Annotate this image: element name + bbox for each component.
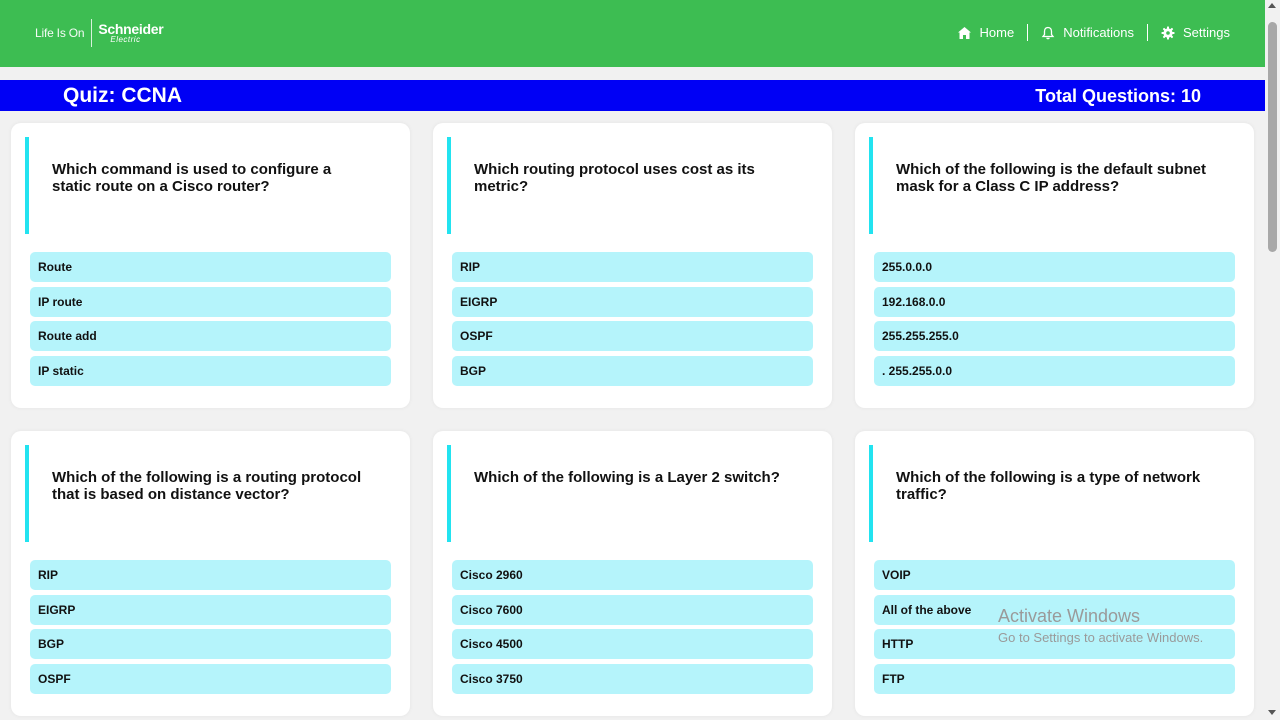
answer-options: Cisco 2960 Cisco 7600 Cisco 4500 Cisco 3…	[452, 560, 813, 698]
scrollbar-thumb[interactable]	[1268, 22, 1277, 252]
question-text: Which of the following is a routing prot…	[52, 469, 362, 503]
answer-option[interactable]: Cisco 2960	[452, 560, 813, 590]
answer-option[interactable]: FTP	[874, 663, 1235, 694]
scroll-up-arrow-icon[interactable]	[1268, 3, 1276, 8]
question-card: Which command is used to configure a sta…	[11, 123, 410, 408]
answer-option[interactable]: RIP	[452, 252, 813, 282]
quiz-title: Quiz: CCNA	[63, 84, 182, 107]
nav-divider	[1147, 24, 1149, 41]
bell-icon	[1041, 26, 1055, 39]
total-questions: Total Questions: 10	[1035, 86, 1201, 106]
nav-home-label: Home	[979, 25, 1015, 40]
home-icon	[957, 26, 971, 39]
top-header: Life Is On Schneider Electric Home Notif…	[0, 0, 1265, 67]
watermark-title: Activate Windows	[998, 606, 1141, 626]
logo-brand: Schneider Electric	[98, 22, 163, 44]
answer-option[interactable]: IP static	[30, 355, 391, 386]
logo-brand-sub: Electric	[110, 35, 141, 44]
answer-option[interactable]: VOIP	[874, 560, 1235, 590]
answer-option[interactable]: RIP	[30, 560, 391, 590]
answer-option[interactable]: . 255.255.0.0	[874, 355, 1235, 386]
question-card: Which of the following is a routing prot…	[11, 431, 410, 716]
answer-options: 255.0.0.0 192.168.0.0 255.255.255.0 . 25…	[874, 252, 1235, 390]
question-text: Which command is used to configure a sta…	[52, 161, 332, 195]
logo-tagline: Life Is On	[35, 26, 85, 40]
top-nav: Home Notifications Settings	[957, 24, 1230, 41]
answer-option[interactable]: Route add	[30, 321, 391, 351]
logo-divider	[91, 19, 93, 47]
question-card: Which of the following is a type of netw…	[855, 431, 1254, 716]
answer-option[interactable]: Cisco 7600	[452, 594, 813, 625]
question-accent-bar	[447, 445, 451, 542]
question-card: Which of the following is a Layer 2 swit…	[433, 431, 832, 716]
vertical-scrollbar[interactable]	[1265, 0, 1280, 720]
activate-windows-watermark: Activate Windows Go to Settings to activ…	[998, 605, 1203, 647]
answer-option[interactable]: 192.168.0.0	[874, 286, 1235, 317]
scroll-down-arrow-icon[interactable]	[1268, 710, 1276, 715]
question-accent-bar	[447, 137, 451, 234]
answer-option[interactable]: 255.0.0.0	[874, 252, 1235, 282]
schneider-logo[interactable]: Life Is On Schneider Electric	[35, 18, 164, 48]
nav-home[interactable]: Home	[957, 25, 1015, 40]
answer-options: RIP EIGRP BGP OSPF	[30, 560, 391, 698]
question-accent-bar	[869, 137, 873, 234]
watermark-subtitle: Go to Settings to activate Windows.	[998, 630, 1204, 645]
nav-notifications-label: Notifications	[1063, 25, 1135, 40]
answer-option[interactable]: BGP	[452, 355, 813, 386]
nav-settings[interactable]: Settings	[1161, 25, 1230, 40]
answer-option[interactable]: Cisco 3750	[452, 663, 813, 694]
question-card: Which of the following is the default su…	[855, 123, 1254, 408]
question-text: Which of the following is a type of netw…	[896, 469, 1201, 503]
answer-option[interactable]: 255.255.255.0	[874, 321, 1235, 351]
question-accent-bar	[25, 137, 29, 234]
question-text: Which routing protocol uses cost as its …	[474, 161, 755, 195]
answer-option[interactable]: Route	[30, 252, 391, 282]
answer-option[interactable]: OSPF	[452, 321, 813, 351]
question-text: Which of the following is the default su…	[896, 161, 1206, 195]
nav-notifications[interactable]: Notifications	[1041, 25, 1134, 40]
question-text: Which of the following is a Layer 2 swit…	[474, 469, 780, 486]
answer-options: RIP EIGRP OSPF BGP	[452, 252, 813, 390]
question-accent-bar	[25, 445, 29, 542]
answer-option[interactable]: EIGRP	[452, 286, 813, 317]
gear-icon	[1161, 26, 1175, 39]
nav-settings-label: Settings	[1183, 25, 1230, 40]
answer-option[interactable]: Cisco 4500	[452, 629, 813, 659]
answer-option[interactable]: BGP	[30, 629, 391, 659]
question-card: Which routing protocol uses cost as its …	[433, 123, 832, 408]
quiz-banner: Quiz: CCNA Total Questions: 10	[0, 80, 1265, 111]
logo-brand-name: Schneider	[98, 21, 164, 37]
answer-option[interactable]: OSPF	[30, 663, 391, 694]
answer-options: Route IP route Route add IP static	[30, 252, 391, 390]
answer-option[interactable]: EIGRP	[30, 594, 391, 625]
answer-option[interactable]: IP route	[30, 286, 391, 317]
question-accent-bar	[869, 445, 873, 542]
nav-divider	[1027, 24, 1029, 41]
